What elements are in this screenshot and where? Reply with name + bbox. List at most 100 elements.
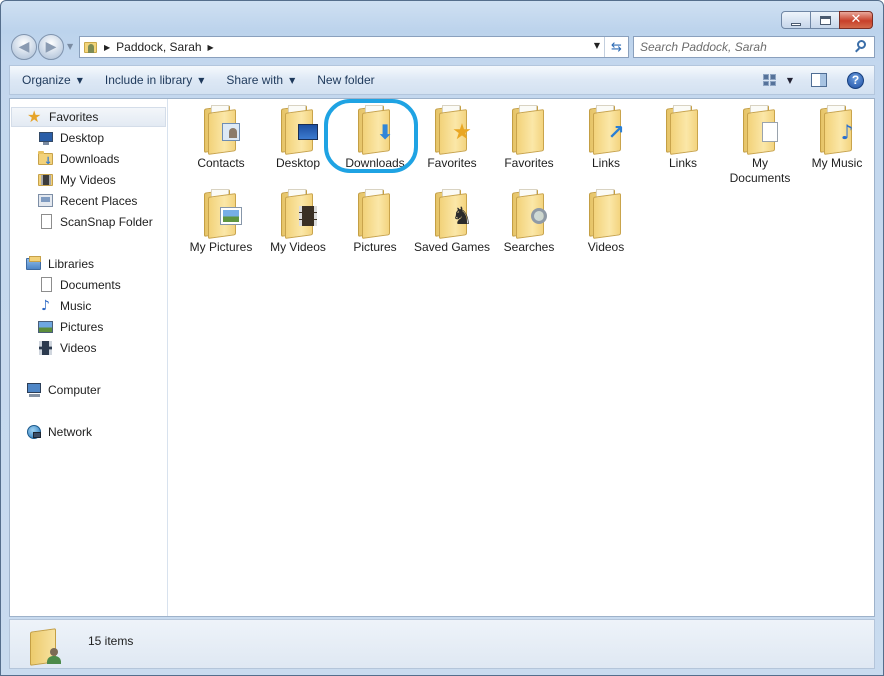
file-list-pane: Contacts Desktop ⬇ Downloads ★ Favorites… (169, 99, 874, 616)
favorites-folder-icon: ★ (429, 105, 475, 155)
folder-item-pictures[interactable]: Pictures (337, 189, 413, 255)
breadcrumb-separator-icon[interactable]: ▶ (104, 43, 110, 52)
forward-button[interactable]: ▶ (38, 34, 64, 60)
change-view-icon[interactable] (762, 74, 777, 86)
sidebar-item-scansnap-folder[interactable]: ScanSnap Folder (38, 212, 153, 232)
address-bar[interactable]: ▶ Paddock, Sarah ▶ ▼ ⇆ (79, 36, 629, 58)
sidebar-item-videos[interactable]: Videos (38, 338, 96, 358)
new-folder-button[interactable]: New folder (307, 73, 384, 87)
documents-folder-icon (737, 105, 783, 155)
document-icon (38, 214, 54, 230)
folder-item-favorites-2[interactable]: Favorites (491, 105, 567, 171)
downloads-folder-icon: ↓ (38, 151, 54, 167)
sidebar-item-documents[interactable]: Documents (38, 275, 121, 295)
maximize-button[interactable] (810, 11, 840, 29)
folder-item-links-2[interactable]: Links (645, 105, 721, 171)
sidebar-item-computer[interactable]: Computer (26, 380, 101, 400)
include-in-library-label: Include in library (104, 73, 193, 87)
recent-places-icon (38, 193, 54, 209)
search-box[interactable]: Search Paddock, Sarah (633, 36, 875, 58)
forward-arrow-icon: ▶ (45, 39, 57, 55)
folder-item-contacts[interactable]: Contacts (183, 105, 259, 171)
sidebar-item-my-videos[interactable]: My Videos (38, 170, 116, 190)
view-options-dropdown-icon[interactable]: ▼ (787, 76, 793, 85)
maximize-icon (819, 15, 831, 25)
network-icon (26, 424, 42, 440)
contacts-folder-icon (198, 105, 244, 155)
details-pane: 15 items (9, 619, 875, 669)
organize-menu[interactable]: Organize ▼ (12, 73, 93, 87)
recent-pages-dropdown[interactable]: ▼ (67, 42, 73, 51)
sidebar-item-network[interactable]: Network (26, 422, 92, 442)
search-icon[interactable] (852, 37, 874, 57)
folder-item-my-documents[interactable]: My Documents (722, 105, 798, 186)
share-with-menu[interactable]: Share with ▼ (216, 73, 305, 87)
refresh-button[interactable]: ⇆ (604, 37, 628, 57)
folder-item-favorites[interactable]: ★ Favorites (414, 105, 490, 171)
sidebar-item-label: Documents (60, 278, 121, 292)
sidebar-item-label: Desktop (60, 131, 105, 145)
breadcrumb-user-folder[interactable]: Paddock, Sarah (116, 40, 201, 54)
sidebar-item-label: Network (48, 425, 93, 439)
command-bar: Organize ▼ Include in library ▼ Share with… (9, 65, 875, 95)
document-icon (38, 277, 54, 293)
folder-icon (506, 105, 552, 155)
preview-pane-icon[interactable] (811, 73, 827, 87)
breadcrumb-separator-icon[interactable]: ▶ (208, 43, 214, 52)
sidebar-item-libraries[interactable]: Libraries (26, 254, 94, 274)
sidebar-item-recent-places[interactable]: Recent Places (38, 191, 137, 211)
desktop-icon (38, 130, 54, 146)
sidebar-item-pictures[interactable]: Pictures (38, 317, 103, 337)
sidebar-item-favorites[interactable]: ★ Favorites (11, 107, 166, 127)
sidebar-item-label: My Videos (60, 173, 116, 187)
folder-label: Links (591, 156, 620, 170)
sidebar-item-downloads[interactable]: ↓ Downloads (38, 149, 119, 169)
address-dropdown-icon[interactable]: ▼ (594, 41, 600, 50)
folder-label: Videos (587, 240, 625, 254)
videos-folder-icon (275, 189, 321, 239)
folder-icon (660, 105, 706, 155)
chevron-down-icon: ▼ (76, 75, 83, 85)
searches-folder-icon (506, 189, 552, 239)
navigation-row: ◀ ▶ ▼ ▶ Paddock, Sarah ▶ ▼ ⇆ Search Padd… (11, 34, 875, 60)
close-button[interactable]: ✕ (839, 11, 873, 29)
folder-label: Favorites (504, 156, 554, 170)
chevron-down-icon: ▼ (198, 75, 205, 85)
command-bar-right: ▼ ? (762, 71, 874, 89)
folder-label: My Music (811, 156, 863, 170)
folder-item-videos[interactable]: Videos (568, 189, 644, 255)
main-area: ★ Favorites Desktop ↓ Downloads My Video… (9, 98, 875, 617)
sidebar-item-label: Favorites (49, 110, 99, 124)
search-input[interactable]: Search Paddock, Sarah (640, 40, 852, 54)
refresh-icon: ⇆ (611, 39, 622, 55)
include-in-library-menu[interactable]: Include in library ▼ (95, 73, 215, 87)
back-button[interactable]: ◀ (11, 34, 37, 60)
user-folder-icon (30, 628, 64, 666)
sidebar-item-label: Videos (60, 341, 97, 355)
sidebar-item-desktop[interactable]: Desktop (38, 128, 104, 148)
sidebar-item-label: ScanSnap Folder (60, 215, 153, 229)
back-arrow-icon: ◀ (18, 39, 30, 55)
folder-label: Searches (503, 240, 555, 254)
music-folder-icon: ♪ (814, 105, 860, 155)
folder-item-my-music[interactable]: ♪ My Music (799, 105, 875, 171)
sidebar-item-music[interactable]: ♪ Music (38, 296, 91, 316)
folder-label: Favorites (427, 156, 477, 170)
caption-buttons: ✕ (781, 11, 873, 29)
minimize-icon (791, 22, 801, 26)
help-icon[interactable]: ? (847, 71, 864, 89)
folder-item-my-pictures[interactable]: My Pictures (183, 189, 259, 255)
sidebar-item-label: Computer (48, 383, 101, 397)
folder-item-saved-games[interactable]: ♞ Saved Games (414, 189, 490, 255)
music-icon: ♪ (41, 298, 50, 314)
minimize-button[interactable] (781, 11, 811, 29)
videos-icon (38, 340, 54, 356)
folder-item-my-videos[interactable]: My Videos (260, 189, 336, 255)
folder-icon (583, 189, 629, 239)
folder-item-searches[interactable]: Searches (491, 189, 567, 255)
highlight-ring-annotation (324, 99, 418, 173)
folder-item-links[interactable]: ↗ Links (568, 105, 644, 171)
links-folder-icon: ↗ (583, 105, 629, 155)
sidebar-item-label: Downloads (60, 152, 120, 166)
computer-icon (26, 382, 42, 398)
